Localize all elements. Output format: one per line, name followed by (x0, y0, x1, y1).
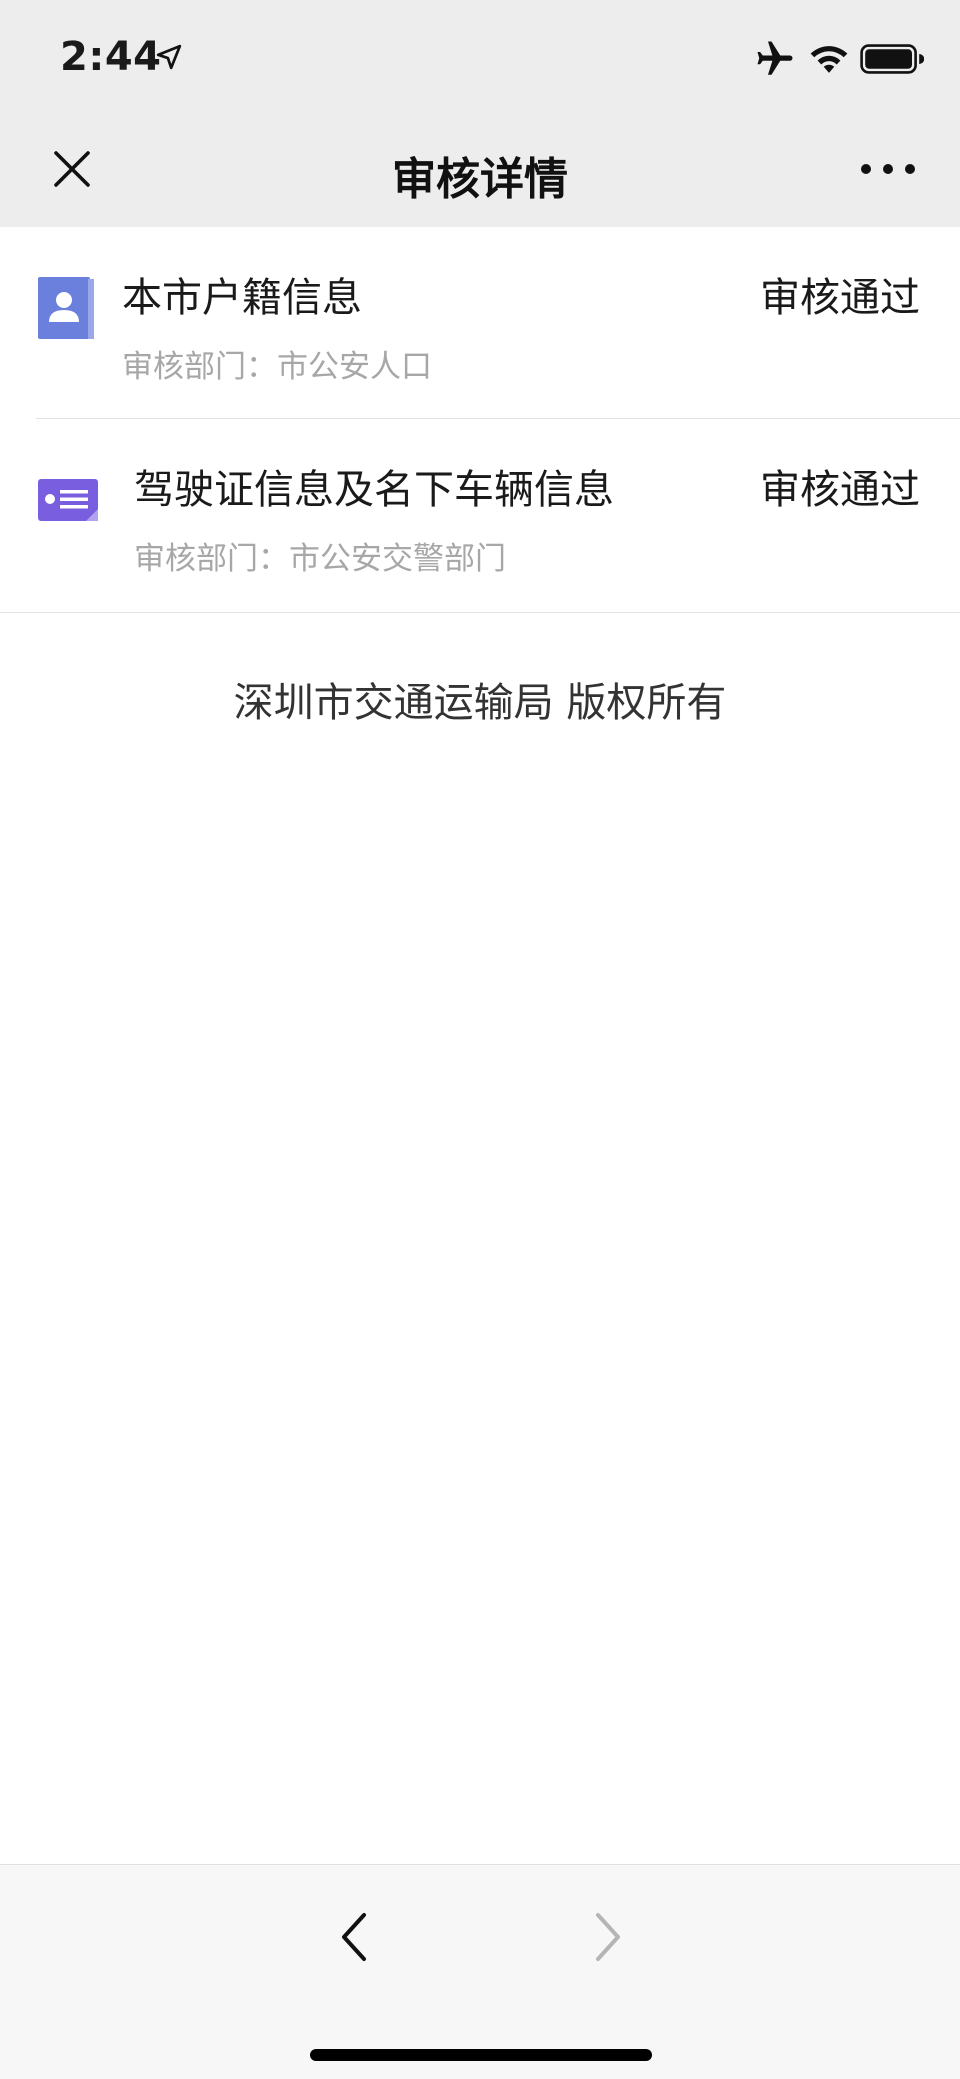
status-badge: 审核通过 (760, 275, 920, 321)
status-bar: 2:44 (0, 0, 960, 115)
location-arrow-icon (156, 44, 182, 70)
top-bar: 2:44 审核详情 (0, 0, 960, 227)
divider (0, 611, 960, 613)
page-title: 审核详情 (392, 154, 568, 205)
wifi-icon (810, 46, 848, 73)
chevron-left-icon[interactable] (332, 1907, 376, 1967)
item-title: 本市户籍信息 (122, 275, 362, 321)
item-title: 驾驶证信息及名下车辆信息 (134, 467, 614, 513)
list-item-household[interactable]: 本市户籍信息 审核部门：市公安人口 审核通过 (0, 227, 960, 419)
person-card-icon (38, 277, 94, 339)
bottom-navigation-bar (0, 1864, 960, 2079)
more-icon[interactable] (858, 147, 918, 191)
id-card-icon (38, 479, 98, 521)
chevron-right-icon (596, 1913, 620, 1961)
item-department: 审核部门：市公安交警部门 (134, 541, 506, 577)
list-item-license[interactable]: 驾驶证信息及名下车辆信息 审核部门：市公安交警部门 审核通过 (0, 419, 960, 613)
review-list: 本市户籍信息 审核部门：市公安人口 审核通过 驾驶证信息及名下车辆信息 审核部门… (0, 227, 960, 613)
airplane-icon (757, 41, 793, 75)
status-time: 2:44 (60, 34, 162, 80)
copyright-text: 深圳市交通运输局 版权所有 (233, 680, 727, 726)
battery-icon (860, 44, 924, 74)
item-department: 审核部门：市公安人口 (122, 349, 432, 385)
home-indicator (310, 2049, 652, 2061)
status-badge: 审核通过 (760, 467, 920, 513)
navigation-bar: 审核详情 (0, 115, 960, 227)
